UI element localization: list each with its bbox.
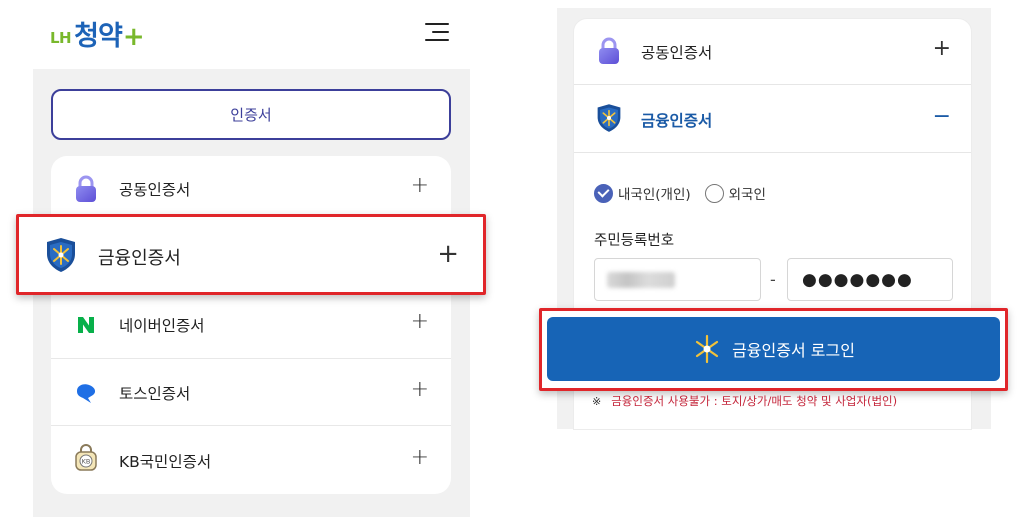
usage-notice: ※ 금융인증서 사용불가 : 토지/상가/매도 청약 및 사업자(법인) xyxy=(592,393,897,409)
plus-icon[interactable]: + xyxy=(437,239,459,269)
cert-item-label: 금융인증서 xyxy=(641,112,713,130)
key-icon xyxy=(695,334,719,364)
cert-item-label: 토스인증서 xyxy=(119,385,191,403)
cert-item-toss[interactable]: 토스인증서 + xyxy=(51,359,451,426)
left-screen: LH 청약 + 인증서 공동인증서 + 네이버인증서 + 토스인증서 + KB … xyxy=(0,0,486,517)
plus-icon[interactable]: + xyxy=(411,377,429,402)
cert-item-label: 네이버인증서 xyxy=(119,317,205,335)
naver-icon xyxy=(73,312,99,338)
cert-item-label: 금융인증서 xyxy=(98,248,181,269)
hamburger-menu-icon[interactable] xyxy=(425,21,449,43)
lock-icon xyxy=(73,175,99,202)
cert-item-joint[interactable]: 공동인증서 + xyxy=(574,19,971,85)
nationality-radio-group: 내국인(개인) 외국인 xyxy=(594,183,780,203)
cert-item-naver[interactable]: 네이버인증서 + xyxy=(51,291,451,359)
plus-icon[interactable]: + xyxy=(411,173,429,198)
brand-name: 청약 xyxy=(74,21,123,52)
cert-item-financial-highlighted[interactable]: 금융인증서 + xyxy=(16,214,486,295)
brand-suffix: + xyxy=(122,22,145,52)
plus-icon[interactable]: + xyxy=(933,36,951,61)
plus-icon[interactable]: + xyxy=(411,309,429,334)
notice-text: 금융인증서 사용불가 : 토지/상가/매도 청약 및 사업자(법인) xyxy=(611,394,898,408)
ssn-label: 주민등록번호 xyxy=(594,233,675,249)
certificate-list: 공동인증서 + 네이버인증서 + 토스인증서 + KB KB국민인증서 + xyxy=(51,156,451,494)
radio-label: 내국인(개인) xyxy=(618,187,691,203)
radio-foreigner[interactable]: 외국인 xyxy=(704,183,766,203)
radio-unchecked-icon xyxy=(704,183,724,203)
ssn-separator: - xyxy=(770,270,776,289)
cert-item-financial[interactable]: 금융인증서 − xyxy=(574,85,971,153)
login-button-highlight: 금융인증서 로그인 xyxy=(539,308,1008,391)
cert-item-label: 공동인증서 xyxy=(119,181,191,199)
radio-domestic[interactable]: 내국인(개인) xyxy=(594,183,691,203)
cert-item-kb[interactable]: KB KB국민인증서 + xyxy=(51,426,451,494)
toss-icon xyxy=(73,380,99,406)
lock-icon xyxy=(596,37,622,65)
cert-item-label: KB국민인증서 xyxy=(119,453,212,471)
notice-mark: ※ xyxy=(592,394,602,408)
brand-prefix: LH xyxy=(50,29,72,47)
financial-cert-login-button[interactable]: 금융인증서 로그인 xyxy=(547,317,1000,381)
blurred-value xyxy=(607,272,675,288)
ssn-front-input[interactable] xyxy=(594,258,761,301)
cert-item-joint[interactable]: 공동인증서 + xyxy=(51,156,451,223)
login-button-label: 금융인증서 로그인 xyxy=(732,341,855,360)
tab-certificate[interactable]: 인증서 xyxy=(51,89,451,140)
shield-key-icon xyxy=(596,104,622,132)
kb-icon: KB xyxy=(73,444,99,471)
shield-key-icon xyxy=(45,237,77,273)
brand-logo[interactable]: LH 청약 + xyxy=(50,13,145,53)
svg-text:KB: KB xyxy=(82,458,91,466)
radio-checked-icon xyxy=(594,183,613,203)
ssn-back-input[interactable]: ●●●●●●● xyxy=(787,258,953,301)
radio-label: 외국인 xyxy=(728,187,766,203)
plus-icon[interactable]: + xyxy=(411,445,429,470)
cert-item-label: 공동인증서 xyxy=(641,44,713,62)
minus-icon[interactable]: − xyxy=(933,104,951,129)
